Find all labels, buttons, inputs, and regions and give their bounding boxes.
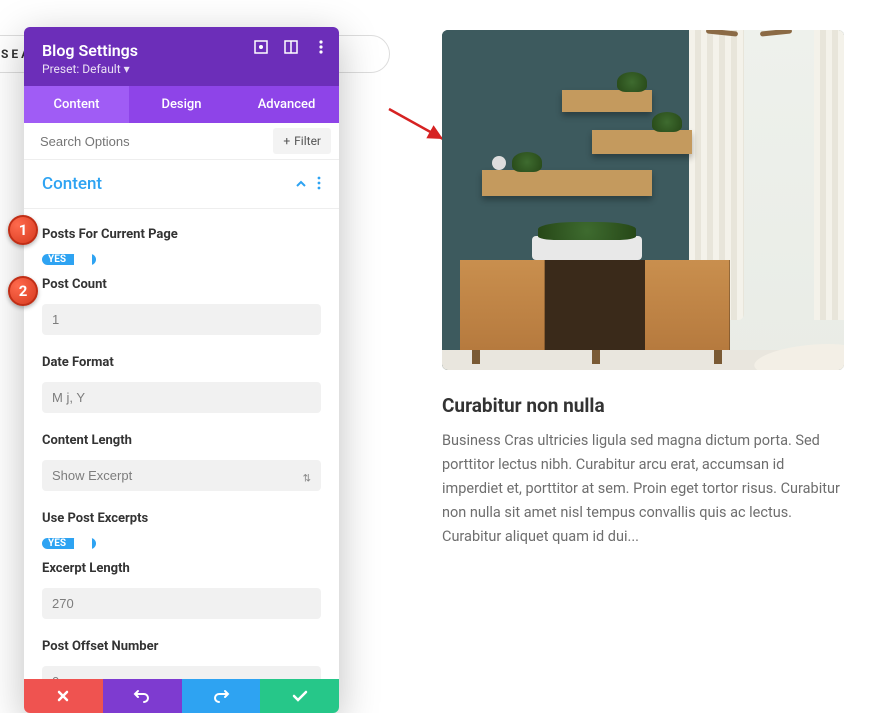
section-head-icons <box>295 175 321 194</box>
close-icon <box>56 689 70 703</box>
blog-settings-panel: Blog Settings Preset: Default ▾ Content … <box>24 27 339 713</box>
more-icon[interactable] <box>313 39 329 55</box>
excerpt-length-input[interactable] <box>42 588 321 619</box>
tab-content[interactable]: Content <box>24 86 129 123</box>
date-format-input[interactable] <box>42 382 321 413</box>
panel-footer <box>24 679 339 713</box>
undo-icon <box>133 689 151 703</box>
toggle-knob <box>74 251 92 269</box>
panel-header-icons <box>253 39 329 55</box>
toggle-yes-label: YES <box>48 254 66 265</box>
options-search-row: + Filter <box>24 123 339 160</box>
posts-current-page-label: Posts For Current Page <box>42 227 321 242</box>
annotation-marker-2: 2 <box>8 276 38 306</box>
tab-advanced[interactable]: Advanced <box>234 86 339 123</box>
content-length-select-wrap <box>42 460 321 499</box>
redo-button[interactable] <box>182 679 261 713</box>
panel-preset-dropdown[interactable]: Preset: Default ▾ <box>42 62 321 76</box>
redo-icon <box>212 689 230 703</box>
post-count-label: Post Count <box>42 277 321 292</box>
toggle-yes-label-2: YES <box>48 538 66 549</box>
check-icon <box>292 690 308 702</box>
section-more-icon[interactable] <box>317 175 321 194</box>
post-excerpt: Business Cras ultricies ligula sed magna… <box>442 429 844 549</box>
save-button[interactable] <box>260 679 339 713</box>
filter-label: Filter <box>294 134 321 148</box>
posts-current-page-toggle[interactable]: YES <box>42 254 96 265</box>
panel-body: Posts For Current Page YES Post Count Da… <box>24 209 339 679</box>
toggle-knob-2 <box>74 535 92 553</box>
panel-tabs: Content Design Advanced <box>24 86 339 123</box>
post-offset-label: Post Offset Number <box>42 639 321 654</box>
expand-icon[interactable] <box>253 39 269 55</box>
content-section-header[interactable]: Content <box>24 160 339 209</box>
post-title[interactable]: Curabitur non nulla <box>442 394 844 417</box>
content-length-select[interactable] <box>42 460 321 491</box>
date-format-label: Date Format <box>42 355 321 370</box>
content-section-title: Content <box>42 174 102 194</box>
post-featured-image[interactable] <box>442 30 844 370</box>
post-count-input[interactable] <box>42 304 321 335</box>
undo-button[interactable] <box>103 679 182 713</box>
filter-button[interactable]: + Filter <box>273 128 331 154</box>
annotation-marker-1: 1 <box>8 215 38 245</box>
chevron-up-icon[interactable] <box>295 175 307 194</box>
use-post-excerpts-label: Use Post Excerpts <box>42 511 321 526</box>
cancel-button[interactable] <box>24 679 103 713</box>
tab-design[interactable]: Design <box>129 86 234 123</box>
content-length-label: Content Length <box>42 433 321 448</box>
excerpt-length-label: Excerpt Length <box>42 561 321 576</box>
post-offset-input[interactable] <box>42 666 321 679</box>
blog-post-preview: Curabitur non nulla Business Cras ultric… <box>442 30 844 549</box>
panel-header: Blog Settings Preset: Default ▾ <box>24 27 339 86</box>
layout-icon[interactable] <box>283 39 299 55</box>
plus-icon: + <box>283 134 290 148</box>
use-post-excerpts-toggle[interactable]: YES <box>42 538 96 549</box>
search-options-input[interactable] <box>24 124 265 159</box>
